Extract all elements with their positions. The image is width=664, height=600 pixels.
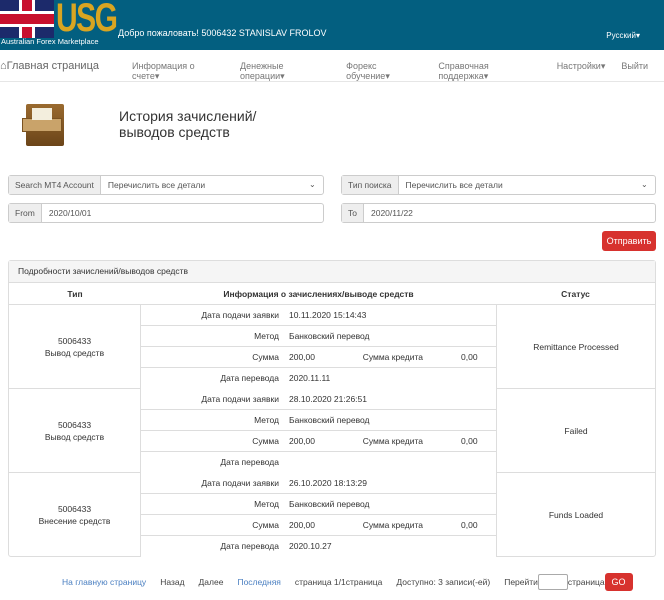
table-row: 5006433 Вывод средств Дата подачи заявки 1… xyxy=(9,305,655,389)
top-header: USG Australian Forex Marketplace Добро п… xyxy=(0,0,664,50)
date-label: Дата подачи заявки xyxy=(201,310,279,320)
method-label: Метод xyxy=(254,415,279,425)
from-date-field[interactable]: From 2020/10/01 xyxy=(8,203,324,223)
transfer-date: 2020.10.27 xyxy=(289,541,332,551)
nav-support[interactable]: Справочная поддержка▾ xyxy=(438,61,540,82)
method-label: Метод xyxy=(254,499,279,509)
history-panel: Подробности зачислений/выводов средств Т… xyxy=(8,260,656,557)
amount-value: 200,00 xyxy=(289,352,315,362)
request-date: 10.11.2020 15:14:43 xyxy=(289,310,367,320)
logo[interactable]: USG Australian Forex Marketplace xyxy=(0,0,118,50)
col-status: Статус xyxy=(561,289,590,299)
account-number: 5006433 xyxy=(57,335,92,346)
nav-home[interactable]: ⌂Главная страница xyxy=(0,60,99,72)
chevron-down-icon: ⌄ xyxy=(641,180,648,189)
flag-icon xyxy=(0,0,54,38)
nav-logout[interactable]: Выйти xyxy=(621,61,648,82)
info-cell: Дата подачи заявки 26.10.2020 18:13:29 Ме… xyxy=(141,473,496,557)
date-label: Дата подачи заявки xyxy=(201,478,279,488)
request-date: 26.10.2020 18:13:29 xyxy=(289,478,367,488)
to-date-field[interactable]: To 2020/11/22 xyxy=(341,203,656,223)
type-cell: 5006433 Внесение средств xyxy=(9,473,141,557)
method-label: Метод xyxy=(254,331,279,341)
page-suffix: страница xyxy=(567,577,605,587)
table-row: 5006433 Вывод средств Дата подачи заявки 2… xyxy=(9,389,655,473)
method-value: Банковский перевод xyxy=(289,499,370,509)
status-cell: Remittance Processed xyxy=(496,305,655,388)
credit-value: 0,00 xyxy=(461,520,478,530)
panel-title: Подробности зачислений/выводов средств xyxy=(9,261,655,283)
goto-page-input[interactable] xyxy=(537,574,568,590)
nav-account-info[interactable]: Информация о счете▾ xyxy=(132,61,224,82)
from-label: From xyxy=(9,204,42,222)
to-label: To xyxy=(342,204,364,222)
transaction-type: Внесение средств xyxy=(38,516,111,526)
go-button[interactable]: GO xyxy=(604,573,633,591)
last-page-link[interactable]: Последняя xyxy=(237,577,280,587)
file-cabinet-icon xyxy=(22,98,68,148)
transaction-type: Вывод средств xyxy=(44,347,105,358)
main-nav: ⌂Главная страница Информация о счете▾ Де… xyxy=(0,50,664,82)
page-title: История зачислений/выводов средств xyxy=(119,108,257,140)
type-cell: 5006433 Вывод средств xyxy=(9,305,141,388)
logo-subtitle: Australian Forex Marketplace xyxy=(1,37,99,46)
request-date: 28.10.2020 21:26:51 xyxy=(289,394,367,404)
language-dropdown[interactable]: Русский▾ xyxy=(606,31,640,40)
first-page-link[interactable]: На главную страницу xyxy=(62,577,146,587)
chevron-down-icon: ⌄ xyxy=(309,180,316,189)
nav-settings[interactable]: Настройки▾ xyxy=(557,61,606,82)
status-cell: Funds Loaded xyxy=(496,473,655,557)
transfer-label: Дата перевода xyxy=(220,373,279,383)
to-value: 2020/11/22 xyxy=(370,208,413,218)
account-number: 5006433 xyxy=(57,504,92,514)
search-type-select[interactable]: Тип поиска Перечислить все детали ⌄ xyxy=(341,175,656,195)
transaction-type: Вывод средств xyxy=(44,431,105,442)
info-cell: Дата подачи заявки 10.11.2020 15:14:43 Ме… xyxy=(141,305,496,389)
table-header: Тип Информация о зачислениях/выводе сред… xyxy=(9,283,655,305)
credit-value: 0,00 xyxy=(461,352,478,362)
search-type-value: Перечислить все детали xyxy=(405,180,503,190)
account-number: 5006433 xyxy=(57,419,92,430)
credit-label: Сумма кредита xyxy=(362,520,423,530)
credit-value: 0,00 xyxy=(461,436,478,446)
date-label: Дата подачи заявки xyxy=(201,394,279,404)
logo-text: USG xyxy=(56,0,118,40)
prev-page[interactable]: Назад xyxy=(160,577,184,587)
account-select[interactable]: Search MT4 Account Перечислить все детал… xyxy=(8,175,324,195)
goto-label: Перейти xyxy=(504,577,538,587)
table-row: 5006433 Внесение средств Дата подачи заяв… xyxy=(9,473,655,557)
amount-label: Сумма xyxy=(252,436,279,446)
from-value: 2020/10/01 xyxy=(48,208,92,218)
amount-value: 200,00 xyxy=(289,520,315,530)
home-icon: ⌂ xyxy=(0,60,7,72)
credit-label: Сумма кредита xyxy=(362,436,423,446)
info-cell: Дата подачи заявки 28.10.2020 21:26:51 Ме… xyxy=(141,389,496,473)
amount-value: 200,00 xyxy=(289,436,315,446)
col-info: Информация о зачислениях/выводе средств xyxy=(223,289,414,299)
amount-label: Сумма xyxy=(252,352,279,362)
col-type: Тип xyxy=(67,289,83,299)
amount-label: Сумма xyxy=(252,520,279,530)
records-count: Доступно: 3 записи(-ей) xyxy=(396,577,491,587)
nav-home-label: Главная страница xyxy=(6,60,99,72)
method-value: Банковский перевод xyxy=(289,331,370,341)
account-label: Search MT4 Account xyxy=(9,176,101,194)
credit-label: Сумма кредита xyxy=(362,352,423,362)
method-value: Банковский перевод xyxy=(289,415,370,425)
search-type-label: Тип поиска xyxy=(342,176,399,194)
page-info: страница 1/1страница xyxy=(294,577,383,587)
submit-button[interactable]: Отправить xyxy=(602,231,656,251)
welcome-text: Добро пожаловать! 5006432 STANISLAV FROL… xyxy=(118,28,327,38)
transfer-label: Дата перевода xyxy=(220,541,279,551)
transfer-date: 2020.11.11 xyxy=(289,373,331,383)
account-value: Перечислить все детали xyxy=(107,180,206,190)
transfer-label: Дата перевода xyxy=(220,457,279,467)
type-cell: 5006433 Вывод средств xyxy=(9,389,141,472)
pagination: На главную страницу Назад Далее Последня… xyxy=(62,573,633,591)
next-page[interactable]: Далее xyxy=(199,577,224,587)
nav-money-operations[interactable]: Денежные операции▾ xyxy=(240,61,330,82)
nav-forex-education[interactable]: Форекс обучение▾ xyxy=(346,61,422,82)
status-cell: Failed xyxy=(496,389,655,472)
